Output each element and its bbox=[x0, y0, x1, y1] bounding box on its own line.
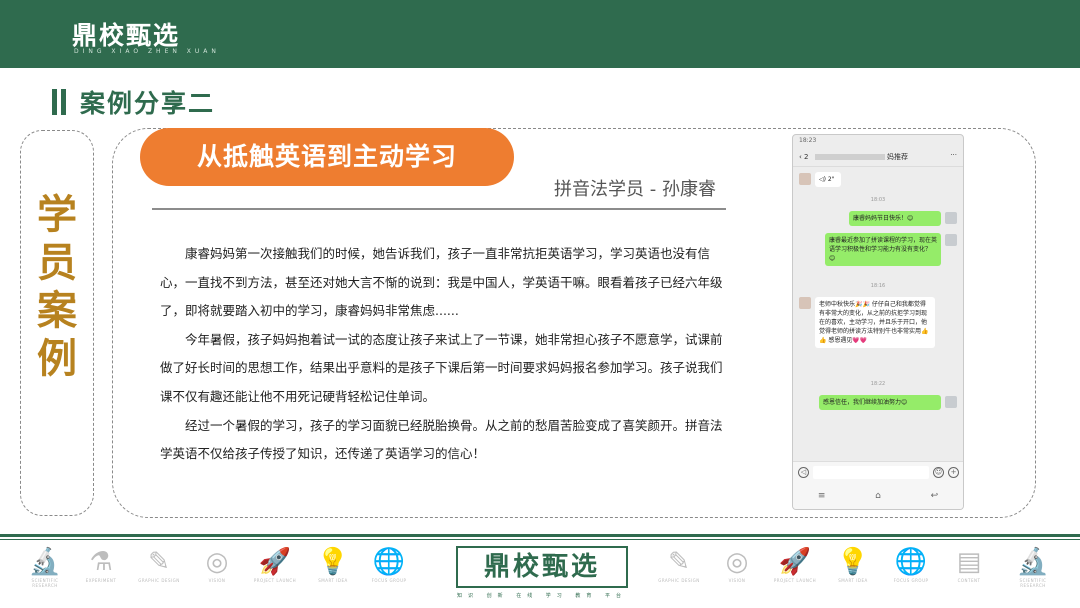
rocket-icon: 🚀 PROJECT LAUNCH bbox=[773, 547, 817, 583]
sidebar-char: 例 bbox=[37, 336, 77, 382]
footer-icon-label: FOCUS GROUP bbox=[893, 578, 929, 583]
section-bars-icon bbox=[52, 89, 66, 115]
story-paragraph: 经过一个暑假的学习，孩子的学习面貌已经脱胎换骨。从之前的愁眉苦脸变成了喜笑颜开。… bbox=[160, 417, 723, 462]
back-nav-icon: ↩ bbox=[930, 491, 939, 501]
voice-input-icon: ◁ bbox=[798, 467, 809, 478]
globe-icon: 🌐 FOCUS GROUP bbox=[366, 546, 412, 583]
chat-screenshot: 18:23 ‹ 2 妈推荐 ··· ◁) 2" 18:03 康睿妈妈节日快乐！😊… bbox=[792, 134, 964, 510]
case-author: 拼音法学员 - 孙康睿 bbox=[554, 179, 716, 200]
footer-icon-label: GRAPHIC DESIGN bbox=[658, 578, 700, 583]
story-paragraph: 今年暑假，孩子妈妈抱着试一试的态度让孩子来试上了一节课，她非常担心孩子不愿意学，… bbox=[160, 331, 723, 404]
footer-icon-label: SCIENTIFIC RESEARCH bbox=[1019, 578, 1047, 588]
sidebar-label: 学员案例 bbox=[21, 191, 93, 383]
phone-nav-bar: ≡ ⌂ ↩ bbox=[793, 483, 963, 509]
globe-icon: 🌐 FOCUS GROUP bbox=[888, 546, 934, 583]
chat-timestamp: 18:03 bbox=[870, 197, 886, 203]
avatar bbox=[945, 234, 957, 246]
sidebar-char: 案 bbox=[37, 288, 77, 334]
chat-message: 感恩信任，我们继续加油努力😊 bbox=[819, 395, 941, 410]
sidebar-box: 学员案例 bbox=[20, 130, 94, 516]
sidebar-char: 员 bbox=[37, 240, 77, 286]
avatar bbox=[945, 212, 957, 224]
footer-icon-label: PROJECT LAUNCH bbox=[773, 578, 817, 583]
chat-timestamp: 18:22 bbox=[870, 381, 886, 387]
footer-icon-label: VISION bbox=[208, 578, 226, 583]
chat-timestamp: 18:16 bbox=[870, 283, 886, 289]
target-icon: ◎ VISION bbox=[714, 546, 760, 583]
footer-icon-label: CONTENT bbox=[957, 578, 981, 583]
footer-icon-label: PROJECT LAUNCH bbox=[253, 578, 297, 583]
blurred-name bbox=[814, 154, 885, 160]
divider bbox=[152, 208, 726, 210]
chat-input bbox=[813, 466, 929, 479]
footer-icon-label: EXPERIMENT bbox=[85, 578, 117, 583]
footer-icon-label: SCIENTIFIC RESEARCH bbox=[31, 578, 59, 588]
flask-icon: ⚗ EXPERIMENT bbox=[78, 546, 124, 583]
target-icon: ◎ VISION bbox=[194, 546, 240, 583]
microscope-icon: 🔬 SCIENTIFIC RESEARCH bbox=[1010, 546, 1056, 588]
chat-message: 康睿最近参加了拼读课程的学习，现在英语学习积极性和学习能力有没有变化？😊 bbox=[825, 233, 941, 266]
case-story: 康睿妈妈第一次接触我们的时候，她告诉我们，孩子一直非常抗拒英语学习，学习英语也没… bbox=[160, 240, 730, 469]
chat-input-bar: ◁ ☺ + bbox=[793, 461, 963, 483]
footer-rule bbox=[0, 534, 1080, 537]
phone-status-bar: 18:23 bbox=[799, 137, 817, 144]
sidebar-char: 学 bbox=[37, 192, 77, 238]
section-title: 案例分享二 bbox=[80, 89, 216, 118]
brand-logo: 鼎校甄选 bbox=[72, 21, 181, 50]
chat-header: ‹ 2 妈推荐 ··· bbox=[793, 147, 963, 167]
design-board-icon: ✎ GRAPHIC DESIGN bbox=[136, 546, 182, 583]
more-icon: ··· bbox=[950, 151, 957, 159]
story-paragraph: 康睿妈妈第一次接触我们的时候，她告诉我们，孩子一直非常抗拒英语学习，学习英语也没… bbox=[160, 246, 723, 319]
chat-message: 老师中秋快乐🎉🎉 仔仔自己和我都觉得有非常大的变化，从之前的抗拒学习到现在的喜欢… bbox=[815, 297, 935, 348]
menu-icon: ≡ bbox=[817, 491, 826, 501]
chat-body: ◁) 2" 18:03 康睿妈妈节日快乐！😊 康睿最近参加了拼读课程的学习，现在… bbox=[793, 167, 963, 477]
section-header: 案例分享二 bbox=[52, 84, 215, 120]
plus-icon: + bbox=[948, 467, 959, 478]
footer-icon-label: SMART IDEA bbox=[318, 578, 348, 583]
footer-icon-label: VISION bbox=[728, 578, 746, 583]
chat-title-suffix: 妈推荐 bbox=[886, 153, 908, 161]
footer-logo-subtitle: 知识 创新 在线 学习 教育 平台 bbox=[457, 593, 627, 599]
lightbulb-icon: 💡 SMART IDEA bbox=[830, 546, 876, 583]
home-icon: ⌂ bbox=[875, 491, 881, 501]
avatar bbox=[799, 297, 811, 309]
brand-logo-subtitle: DING XIAO ZHEN XUAN bbox=[74, 48, 220, 55]
design-board-icon: ✎ GRAPHIC DESIGN bbox=[656, 546, 702, 583]
footer-icon-label: SMART IDEA bbox=[838, 578, 868, 583]
avatar bbox=[799, 173, 811, 185]
document-icon: ▤ CONTENT bbox=[946, 546, 992, 583]
microscope-icon: 🔬 SCIENTIFIC RESEARCH bbox=[22, 546, 68, 588]
footer-icon-label: FOCUS GROUP bbox=[371, 578, 407, 583]
footer-logo: 鼎校甄选 bbox=[456, 546, 628, 588]
top-banner: 鼎校甄选 DING XIAO ZHEN XUAN bbox=[0, 0, 1080, 68]
case-headline: 从抵触英语到主动学习 bbox=[140, 128, 514, 186]
back-icon: ‹ 2 bbox=[799, 153, 809, 161]
emoji-icon: ☺ bbox=[933, 467, 944, 478]
rocket-icon: 🚀 PROJECT LAUNCH bbox=[253, 547, 297, 583]
footer-icon-label: GRAPHIC DESIGN bbox=[138, 578, 180, 583]
avatar bbox=[945, 396, 957, 408]
chat-message: 康睿妈妈节日快乐！😊 bbox=[849, 211, 941, 226]
voice-message: ◁) 2" bbox=[815, 172, 841, 187]
lightbulb-icon: 💡 SMART IDEA bbox=[310, 546, 356, 583]
